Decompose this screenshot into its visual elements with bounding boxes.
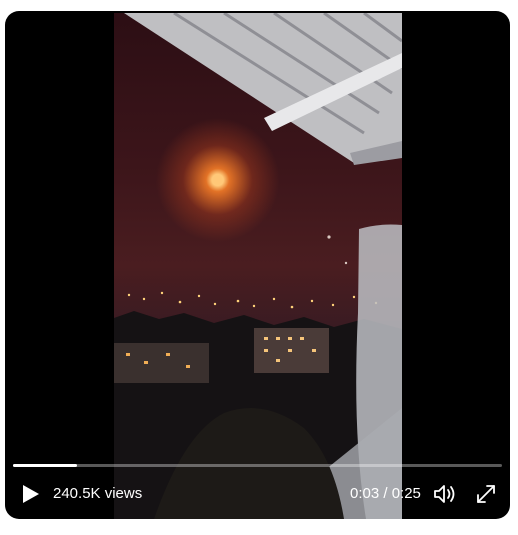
time-display: 0:03 / 0:25 [350,485,421,502]
video-player[interactable]: 240.5K views 0:03 / 0:25 [5,11,510,519]
fullscreen-button[interactable] [474,482,498,506]
video-scene [114,13,402,519]
volume-button[interactable] [432,482,458,506]
view-count: 240.5K views [53,485,143,502]
play-button[interactable] [19,483,41,505]
progress-bar[interactable] [13,464,502,467]
play-icon [23,485,39,503]
progress-fill [13,464,77,467]
video-frame[interactable] [114,13,402,519]
player-controls: 240.5K views 0:03 / 0:25 [5,479,510,509]
caption-text-cutoff [2,521,152,535]
fullscreen-icon [477,485,495,503]
volume-icon [434,485,455,503]
